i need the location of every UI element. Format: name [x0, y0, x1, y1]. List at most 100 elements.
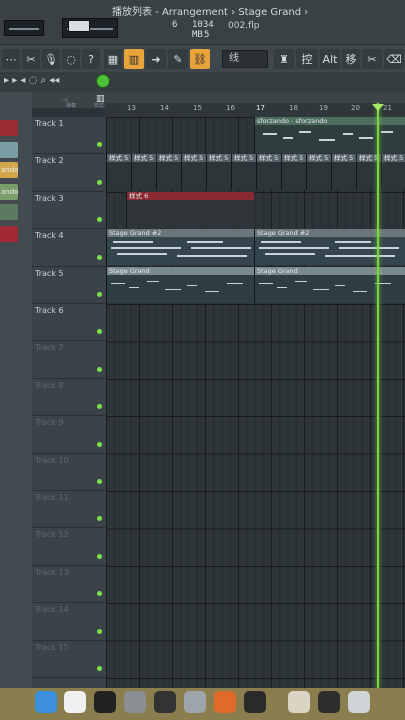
mixer-icon[interactable]: ⋯	[2, 49, 20, 69]
track-row[interactable]: Track 6	[32, 304, 106, 342]
chrome-icon[interactable]	[214, 691, 236, 713]
notes-icon[interactable]	[318, 691, 340, 713]
track-row[interactable]: Track 13	[32, 566, 106, 604]
snap-select[interactable]: 线	[222, 50, 268, 68]
picker-chip[interactable]	[0, 142, 18, 158]
clip-pattern5[interactable]: 样式 5	[181, 154, 206, 191]
picker-chip[interactable]	[0, 226, 18, 242]
playlist-tools[interactable]: ▸ ▸ ◂ ◌ ⌕ ◂◂	[4, 75, 59, 86]
playhead[interactable]	[377, 103, 379, 688]
track-row[interactable]: Track 12	[32, 528, 106, 566]
clip-pattern5[interactable]: 样式 5	[306, 154, 331, 191]
arrow-right-icon[interactable]: ➜	[146, 49, 166, 69]
trash-icon[interactable]	[348, 691, 370, 713]
move-button[interactable]: 移	[342, 49, 360, 69]
track-row[interactable]: Track 11	[32, 491, 106, 529]
control-button[interactable]: 控	[296, 49, 318, 69]
track-name: Track 11	[35, 493, 69, 502]
track-row[interactable]: Track 7	[32, 341, 106, 379]
clip-stage-grand[interactable]: Stage Grand	[106, 266, 254, 303]
clip-stage-grand-2[interactable]: Stage Grand #2	[106, 229, 254, 266]
picker-chip-ando[interactable]: ando	[0, 162, 18, 178]
clip-pattern5[interactable]: 样式 5	[156, 154, 181, 191]
picker-chip-ando2[interactable]: ando #2	[0, 184, 18, 200]
clip-stage-grand-2[interactable]: Stage Grand #2	[254, 229, 405, 266]
clock-icon[interactable]	[94, 691, 116, 713]
track-enable-led[interactable]	[97, 366, 102, 372]
pencil-icon[interactable]: ✎	[168, 49, 188, 69]
track-row[interactable]: Track 5	[32, 267, 106, 304]
picker-chip[interactable]	[0, 120, 18, 136]
track-row[interactable]: Track 3	[32, 192, 106, 230]
clip-title: 样式 5	[307, 154, 331, 163]
fl-studio-icon[interactable]	[244, 691, 266, 713]
track-enable-led[interactable]	[97, 478, 102, 484]
track-enable-led[interactable]	[97, 254, 102, 260]
track-enable-led[interactable]	[97, 591, 102, 597]
clip-pattern5[interactable]: 样式 5	[281, 154, 306, 191]
track-row[interactable]: Track 14	[32, 603, 106, 641]
piano-roll-icon[interactable]: ▥	[124, 49, 144, 69]
delete-icon[interactable]: ⌫	[384, 49, 404, 69]
microphone-icon[interactable]: 🎙	[42, 49, 60, 69]
track-enable-led[interactable]	[97, 291, 102, 297]
clip-pattern5[interactable]: 样式 5	[131, 154, 156, 191]
cut-icon[interactable]: ✂	[362, 49, 382, 69]
track-enable-led[interactable]	[97, 179, 102, 185]
track-row[interactable]: Track 4	[32, 229, 106, 267]
help-icon[interactable]: ?	[82, 49, 100, 69]
header-label-a: 弹奏	[66, 103, 77, 109]
clip-title: 样式 5	[107, 154, 131, 163]
track-row[interactable]: Track 8	[32, 379, 106, 417]
alt-button[interactable]: Alt	[320, 49, 340, 69]
track-name: Track 1	[35, 119, 64, 128]
track-row[interactable]: Track 15	[32, 641, 106, 678]
clip-stage-grand[interactable]: Stage Grand	[254, 266, 405, 303]
launchpad-icon[interactable]	[64, 691, 86, 713]
playhead-marker-icon[interactable]	[372, 104, 384, 111]
track-enable-led[interactable]	[97, 329, 102, 335]
track-name: Track 13	[35, 567, 69, 577]
track-enable-led[interactable]	[97, 553, 102, 559]
track-enable-led[interactable]	[97, 404, 102, 410]
finder-icon[interactable]	[35, 691, 57, 713]
track-enable-led[interactable]	[97, 217, 102, 223]
timeline-ruler[interactable]: 13 14 15 16 17 18 19 20 21	[106, 103, 405, 117]
picker-chip[interactable]	[0, 204, 18, 220]
track-enable-led[interactable]	[97, 665, 102, 671]
clip-pattern5[interactable]: 样式 5	[256, 154, 281, 191]
ruler-label: 17	[256, 104, 265, 112]
macos-dock	[0, 688, 405, 720]
track-enable-led[interactable]	[97, 441, 102, 447]
track-enable-led[interactable]	[97, 628, 102, 634]
track-enable-led[interactable]	[97, 516, 102, 522]
clip-title: 样式 5	[257, 154, 281, 163]
track-header-list: Track 1 Track 2 Track 3 Track 4 Track 5 …	[32, 117, 106, 688]
track-name: Track 3	[35, 193, 64, 203]
track-row[interactable]: Track 1	[32, 117, 106, 155]
hint-icon[interactable]: ◌	[62, 49, 80, 69]
printer-icon[interactable]	[288, 691, 310, 713]
clip-pattern5[interactable]: 样式 5	[231, 154, 256, 191]
playlist-grid[interactable]: sforzando - sforzando 样式 5 样式 5 样式 5 样式 …	[106, 117, 405, 688]
stamp-icon[interactable]: ♜	[274, 49, 294, 69]
playlist-logo-icon[interactable]	[96, 74, 110, 88]
clip-pattern5[interactable]: 样式 5	[106, 154, 131, 191]
clip-pattern5[interactable]: 样式 5	[381, 154, 405, 191]
trash-small-icon[interactable]	[184, 691, 206, 713]
settings-icon[interactable]	[124, 691, 146, 713]
clip-pattern5[interactable]: 样式 5	[206, 154, 231, 191]
browser-icon[interactable]: ▦	[104, 49, 122, 69]
link-icon[interactable]: ⛓	[190, 49, 210, 69]
breadcrumb[interactable]: 播放列表 - Arrangement › Stage Grand ›	[112, 3, 308, 18]
scissors-icon[interactable]: ✂	[22, 49, 40, 69]
app-icon[interactable]	[154, 691, 176, 713]
track-row[interactable]: Track 9	[32, 416, 106, 454]
track-row[interactable]: Track 2	[32, 154, 106, 192]
clip-pattern5[interactable]: 样式 5	[331, 154, 356, 191]
track-enable-led[interactable]	[97, 142, 102, 148]
clip-pattern6[interactable]: 样式 6	[126, 191, 254, 228]
clip-sforzando[interactable]: sforzando - sforzando	[254, 117, 405, 153]
volume-slider[interactable]	[68, 20, 90, 32]
track-row[interactable]: Track 10	[32, 454, 106, 491]
